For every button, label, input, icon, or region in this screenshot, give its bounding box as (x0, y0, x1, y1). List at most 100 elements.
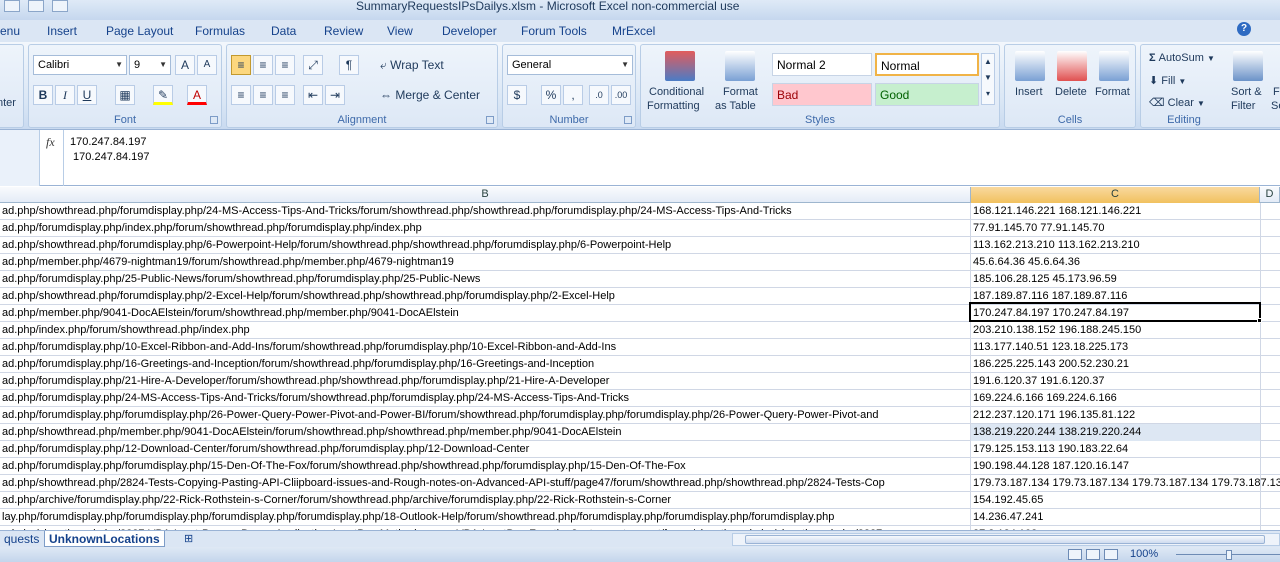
cell-c[interactable]: 154.192.45.65 (971, 492, 1260, 509)
number-dialog-launcher-icon[interactable] (624, 116, 632, 124)
number-format-combo[interactable]: General ▼ (507, 55, 633, 75)
formula-input[interactable]: 170.247.84.197 170.247.84.197 (63, 130, 1280, 186)
column-header-d[interactable]: D (1260, 187, 1280, 203)
tab-view[interactable]: View (387, 24, 413, 38)
insert-cells-label[interactable]: Insert (1015, 86, 1043, 98)
cell-c[interactable]: 45.6.64.36 45.6.64.36 (971, 254, 1260, 271)
qat-customize-icon[interactable] (52, 0, 68, 12)
conditional-formatting-label-1[interactable]: Conditional (649, 86, 704, 98)
increase-indent-icon[interactable]: ⇥ (325, 85, 345, 105)
cell-b[interactable]: ad.php/forumdisplay.php/index.php/forum/… (0, 220, 970, 237)
cell-b[interactable]: ad.php/forumdisplay.php/10-Excel-Ribbon-… (0, 339, 970, 356)
italic-button[interactable]: I (55, 85, 75, 105)
zoom-slider-thumb[interactable] (1226, 550, 1232, 560)
cell-c[interactable]: 179.125.153.113 190.183.22.64 (971, 441, 1260, 458)
orientation-icon[interactable]: ⤢ (303, 55, 323, 75)
new-sheet-icon[interactable]: ⊞ (180, 531, 197, 547)
zoom-level[interactable]: 100% (1130, 548, 1158, 560)
styles-gallery-scroll-icon[interactable]: ▲ ▼ ▾ (981, 53, 995, 105)
align-middle-icon[interactable]: ≡ (253, 55, 273, 75)
decrease-indent-icon[interactable]: ⇤ (303, 85, 323, 105)
style-normal-2[interactable]: Normal 2 (772, 53, 872, 76)
sheet-tab-unknownlocations[interactable]: UnknownLocations (44, 531, 165, 547)
format-cells-label[interactable]: Format (1095, 86, 1130, 98)
horizontal-scroll-thumb[interactable] (745, 535, 1265, 544)
cell-c[interactable]: 169.224.6.166 169.224.6.166 (971, 390, 1260, 407)
font-name-combo[interactable]: Calibri ▼ (33, 55, 127, 75)
cell-b[interactable]: ad.php/forumdisplay.php/16-Greetings-and… (0, 356, 970, 373)
grow-font-button[interactable]: A (175, 55, 195, 75)
cell-b[interactable]: ad.php/forumdisplay.php/forumdisplay.php… (0, 458, 970, 475)
cell-c[interactable]: 190.198.44.128 187.120.16.147 (971, 458, 1260, 475)
cell-b[interactable]: ad.php/member.php/9041-DocAElstein/forum… (0, 305, 970, 322)
cell-b[interactable]: ad.php/archive/forumdisplay.php/22-Rick-… (0, 492, 970, 509)
cell-b[interactable]: ad.php/forumdisplay.php/24-MS-Access-Tip… (0, 390, 970, 407)
shrink-font-button[interactable]: A (197, 55, 217, 75)
sort-filter-label-2[interactable]: Filter (1231, 100, 1255, 112)
cell-b[interactable]: ad.php/forumdisplay.php/25-Public-News/f… (0, 271, 970, 288)
delete-cells-label[interactable]: Delete (1055, 86, 1087, 98)
tab-insert[interactable]: Insert (47, 24, 77, 38)
cell-c[interactable]: 14.236.47.241 (971, 509, 1260, 526)
tab-menu[interactable]: enu (0, 24, 20, 38)
tab-forum-tools[interactable]: Forum Tools (521, 24, 587, 38)
wrap-text-button[interactable]: ⤶ Wrap Text (379, 55, 499, 75)
sort-filter-label-1[interactable]: Sort & (1231, 86, 1262, 98)
font-color-icon[interactable]: A (187, 85, 207, 105)
cell-b[interactable]: ad.php/index.php/forum/showthread.php/in… (0, 322, 970, 339)
format-as-table-label-2[interactable]: as Table (715, 100, 756, 112)
fill-button[interactable]: ⬇ Fill ▼ (1149, 74, 1186, 87)
office-button-icon[interactable] (4, 0, 20, 12)
decrease-decimal-icon[interactable]: .00 (611, 85, 631, 105)
bold-button[interactable]: B (33, 85, 53, 105)
cell-b[interactable]: ad.php/showthread.php/forumdisplay.php/6… (0, 237, 970, 254)
page-break-view-icon[interactable] (1104, 549, 1118, 560)
align-center-icon[interactable]: ≡ (253, 85, 273, 105)
fill-handle[interactable] (1257, 318, 1262, 323)
conditional-formatting-label-2[interactable]: Formatting (647, 100, 700, 112)
tab-developer[interactable]: Developer (442, 24, 497, 38)
style-good[interactable]: Good (875, 83, 979, 106)
cell-c[interactable]: 168.121.146.221 168.121.146.221 (971, 203, 1260, 220)
cell-c[interactable]: 138.219.220.244 138.219.220.244 (971, 424, 1260, 441)
cell-b[interactable]: ad.php/forumdisplay.php/12-Download-Cent… (0, 441, 970, 458)
align-top-icon[interactable]: ≡ (231, 55, 251, 75)
cell-b[interactable]: ad.php/showthread.php/forumdisplay.php/2… (0, 288, 970, 305)
paragraph-direction-icon[interactable]: ¶ (339, 55, 359, 75)
currency-button[interactable]: $ (507, 85, 527, 105)
column-header-c[interactable]: C (971, 187, 1260, 203)
alignment-dialog-launcher-icon[interactable] (486, 116, 494, 124)
font-size-combo[interactable]: 9 ▼ (129, 55, 171, 75)
underline-button[interactable]: U (77, 85, 97, 105)
cell-b[interactable]: ad.php/showthread.php/2824-Tests-Copying… (0, 475, 970, 492)
cell-b[interactable]: ad.php/member.php/4679-nightman19/forum/… (0, 254, 970, 271)
cell-c[interactable]: 113.177.140.51 123.18.225.173 (971, 339, 1260, 356)
comma-button[interactable]: , (563, 85, 583, 105)
percent-button[interactable]: % (541, 85, 561, 105)
borders-icon[interactable]: ▦ (115, 85, 135, 105)
style-normal[interactable]: Normal (875, 53, 979, 76)
sheet-tab-requests[interactable]: quests (0, 531, 43, 547)
cell-c[interactable]: 191.6.120.37 191.6.120.37 (971, 373, 1260, 390)
tab-formulas[interactable]: Formulas (195, 24, 245, 38)
merge-center-button[interactable]: ⇔ Merge & Center (379, 85, 497, 105)
cell-c[interactable]: 113.162.213.210 113.162.213.210 (971, 237, 1260, 254)
align-right-icon[interactable]: ≡ (275, 85, 295, 105)
horizontal-scrollbar[interactable] (732, 533, 1280, 546)
cell-b[interactable]: ad.php/showthread.php/forumdisplay.php/2… (0, 203, 970, 220)
cell-c[interactable]: 179.73.187.134 179.73.187.134 179.73.187… (971, 475, 1280, 492)
align-bottom-icon[interactable]: ≡ (275, 55, 295, 75)
tab-review[interactable]: Review (324, 24, 363, 38)
normal-view-icon[interactable] (1068, 549, 1082, 560)
style-bad[interactable]: Bad (772, 83, 872, 106)
cell-b[interactable]: ad.php/forumdisplay.php/21-Hire-A-Develo… (0, 373, 970, 390)
cell-b[interactable]: ad.php/forumdisplay.php/forumdisplay.php… (0, 407, 970, 424)
cell-c[interactable]: 185.106.28.125 45.173.96.59 (971, 271, 1260, 288)
increase-decimal-icon[interactable]: .0 (589, 85, 609, 105)
format-as-table-label-1[interactable]: Format (723, 86, 758, 98)
tab-data[interactable]: Data (271, 24, 296, 38)
cell-b[interactable]: lay.php/forumdisplay.php/forumdisplay.ph… (0, 509, 970, 526)
find-select-label-1[interactable]: F (1273, 86, 1280, 98)
page-layout-view-icon[interactable] (1086, 549, 1100, 560)
cell-c[interactable]: 186.225.225.143 200.52.230.21 (971, 356, 1260, 373)
